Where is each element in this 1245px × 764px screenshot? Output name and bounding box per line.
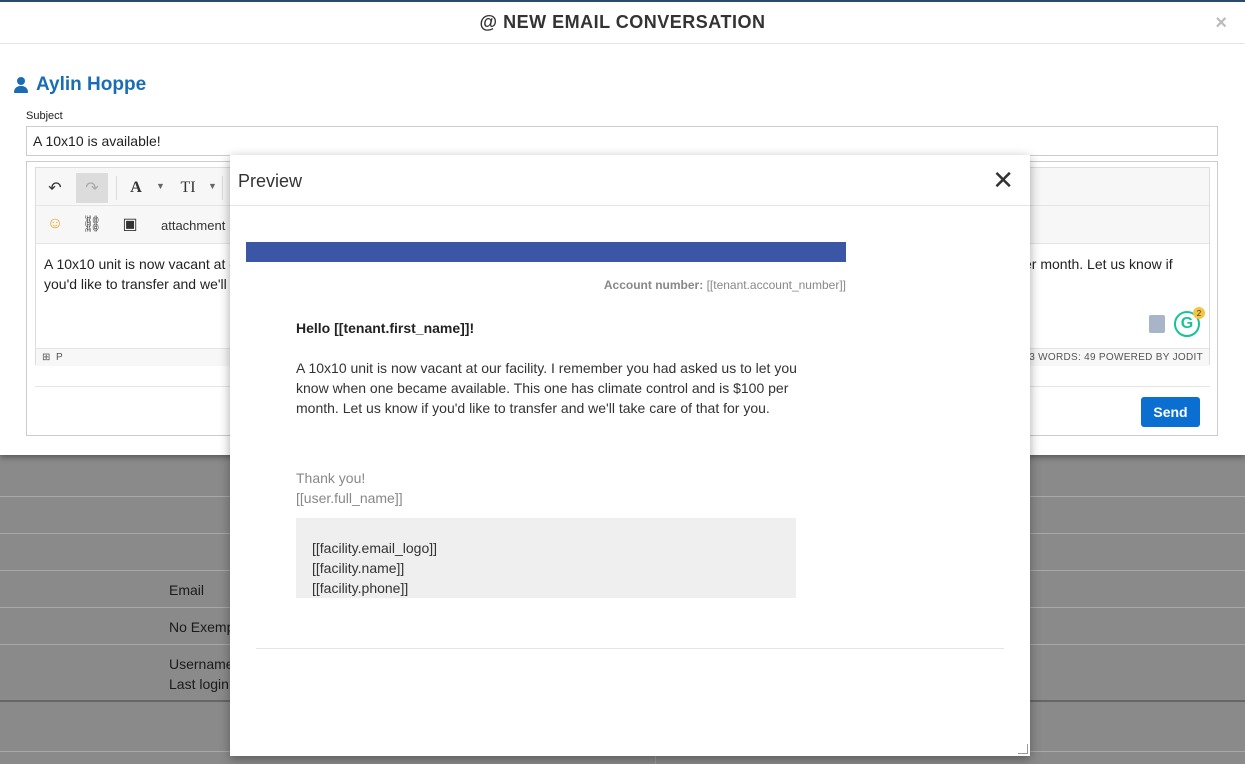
emoji-icon[interactable]: ☺ — [39, 209, 71, 239]
preview-header: Preview ✕ — [230, 155, 1030, 206]
email-header-bar — [246, 242, 846, 262]
contact: Aylin Hoppe — [14, 74, 146, 96]
editor-text-line: you'd like to transfer and we'll t — [44, 276, 235, 292]
redo-icon[interactable]: ↷ — [76, 173, 108, 203]
bg-label-username: Username — [169, 656, 234, 672]
image-icon[interactable]: ▣ — [114, 209, 146, 239]
signoff: Thank you! [[user.full_name]] — [296, 470, 403, 506]
editor-text-line: A 10x10 unit is now vacant at o — [44, 256, 238, 272]
resize-handle[interactable] — [1018, 744, 1028, 754]
bg-label-exemption: No Exemp — [169, 619, 235, 635]
greeting: Hello [[tenant.first_name]]! — [296, 320, 475, 336]
word-count: 3 WORDS: 49 POWERED BY JODIT — [1029, 352, 1203, 363]
modal-title: @ NEW EMAIL CONVERSATION — [479, 12, 766, 32]
editor-text-line: er month. Let us know if — [1024, 256, 1173, 272]
font-size-icon[interactable]: TI — [172, 173, 204, 203]
attachment-button[interactable]: attachment — [161, 218, 225, 233]
element-path: ⊞ P — [42, 352, 63, 363]
bg-label-last-login: Last login: — [169, 676, 233, 692]
close-icon[interactable]: × — [1215, 12, 1227, 35]
link-icon[interactable]: ⛓ — [76, 209, 108, 239]
account-number: Account number: [[tenant.account_number]… — [603, 278, 846, 292]
send-button[interactable]: Send — [1141, 397, 1200, 427]
undo-icon[interactable]: ↶ — [39, 173, 71, 203]
toolbar-separator — [116, 176, 117, 200]
subject-label: Subject — [26, 110, 63, 122]
chevron-down-icon[interactable]: ▼ — [208, 181, 217, 191]
extension-icon[interactable] — [1149, 315, 1165, 333]
chevron-down-icon[interactable]: ▼ — [156, 181, 165, 191]
email-footer: [[facility.email_logo]] [[facility.name]… — [296, 518, 796, 598]
divider — [256, 648, 1004, 649]
grammarly-badge: 2 — [1193, 307, 1205, 319]
contact-name[interactable]: Aylin Hoppe — [36, 74, 146, 96]
modal-header: @ NEW EMAIL CONVERSATION × — [0, 2, 1245, 44]
editor-content[interactable]: A 10x10 unit is now vacant at o you'd li… — [44, 254, 237, 294]
preview-dialog: Preview ✕ Account number: [[tenant.accou… — [230, 155, 1030, 756]
toolbar-separator — [222, 176, 223, 200]
font-icon[interactable]: A — [120, 173, 152, 203]
bg-label-email: Email — [169, 582, 205, 598]
grid-icon[interactable]: ⊞ — [42, 352, 50, 363]
email-body: A 10x10 unit is now vacant at our facili… — [296, 360, 797, 416]
user-icon — [14, 77, 28, 93]
preview-title: Preview — [238, 171, 303, 191]
close-icon[interactable]: ✕ — [992, 167, 1014, 193]
subject-input[interactable] — [26, 126, 1218, 156]
